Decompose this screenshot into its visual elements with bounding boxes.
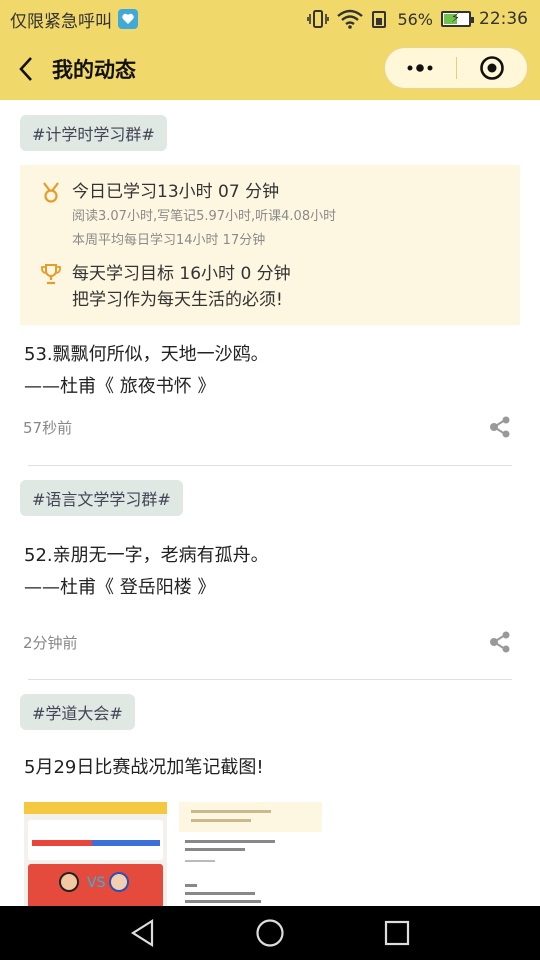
post-text-line: 53.飘飘何所似，天地一沙鸥。 [24, 344, 269, 365]
group-tag[interactable]: #学道大会# [20, 694, 135, 730]
feed-post: #学道大会# 5月29日比赛战况加笔记截图! VS [0, 694, 540, 906]
notes-screenshot-image [179, 802, 322, 906]
study-breakdown: 阅读3.07小时,写笔记5.97小时,听课4.08小时 [72, 209, 337, 224]
charging-bolt-icon: ⚡ [451, 11, 461, 26]
nav-back-button[interactable] [113, 906, 173, 960]
feed: #计学时学习群# 今日已学习13小时 07 分钟 阅读3.07小时,写笔记5.9… [0, 100, 540, 906]
post-text-line: ——杜甫《 旅夜书怀 》 [24, 376, 216, 397]
study-goal: 每天学习目标 16小时 0 分钟 [72, 264, 291, 284]
status-bar: 仅限紧急呼叫 56% ⚡ 22:36 [0, 0, 540, 38]
trophy-icon [41, 264, 61, 285]
post-time: 57秒前 [23, 418, 73, 437]
post-divider [28, 465, 512, 466]
chevron-left-icon [19, 57, 32, 81]
system-navigation-bar [0, 906, 540, 960]
miniprogram-capsule [384, 47, 528, 89]
post-image-thumbnail[interactable] [179, 802, 322, 906]
notification-app-icon [118, 9, 138, 29]
post-time: 2分钟前 [23, 633, 78, 652]
wifi-icon [337, 9, 364, 29]
vibrate-icon [307, 9, 330, 29]
clock: 22:36 [479, 9, 528, 29]
post-divider [28, 679, 512, 680]
weekly-average: 本周平均每日学习14小时 17分钟 [72, 233, 266, 248]
nav-recents-button[interactable] [367, 906, 427, 960]
battery-percent: 56% [397, 9, 433, 29]
more-dots-icon [407, 64, 433, 72]
share-icon [490, 631, 510, 653]
medal-icon [43, 182, 59, 203]
nav-home-button[interactable] [240, 906, 300, 960]
sim-battery-saver-icon [371, 9, 389, 29]
share-button[interactable] [488, 415, 512, 439]
today-study-time: 今日已学习13小时 07 分钟 [72, 182, 280, 202]
triangle-back-icon [131, 919, 154, 947]
study-motto: 把学习作为每天生活的必须! [72, 290, 283, 310]
circle-home-icon [256, 919, 284, 947]
target-circle-icon [479, 56, 504, 80]
post-text-line: 5月29日比赛战况加笔记截图! [24, 757, 264, 778]
post-text-line: ——杜甫《 登岳阳楼 》 [24, 577, 216, 598]
page-title: 我的动态 [52, 58, 136, 82]
group-tag[interactable]: #语言文学学习群# [20, 480, 183, 516]
group-tag[interactable]: #计学时学习群# [20, 115, 167, 151]
close-miniprogram-button[interactable] [457, 48, 528, 88]
feed-post: #计学时学习群# 今日已学习13小时 07 分钟 阅读3.07小时,写笔记5.9… [0, 115, 540, 439]
feed-post: #语言文学学习群# 52.亲朋无一字，老病有孤舟。 ——杜甫《 登岳阳楼 》 2… [0, 480, 540, 654]
study-summary-card: 今日已学习13小时 07 分钟 阅读3.07小时,写笔记5.97小时,听课4.0… [20, 165, 520, 325]
back-button[interactable] [0, 38, 52, 100]
game-screenshot-image: VS [24, 802, 167, 906]
carrier-info: 仅限紧急呼叫 [10, 7, 138, 32]
share-button[interactable] [488, 630, 512, 654]
post-image-thumbnail[interactable]: VS [24, 802, 167, 906]
svg-text:VS: VS [87, 875, 106, 891]
carrier-text: 仅限紧急呼叫 [10, 11, 112, 32]
more-button[interactable] [385, 48, 456, 88]
battery-icon: ⚡ [441, 11, 474, 27]
square-recents-icon [384, 920, 409, 946]
navigation-header: 我的动态 [0, 38, 540, 100]
share-icon [490, 416, 510, 438]
post-text-line: 52.亲朋无一字，老病有孤舟。 [24, 545, 269, 566]
